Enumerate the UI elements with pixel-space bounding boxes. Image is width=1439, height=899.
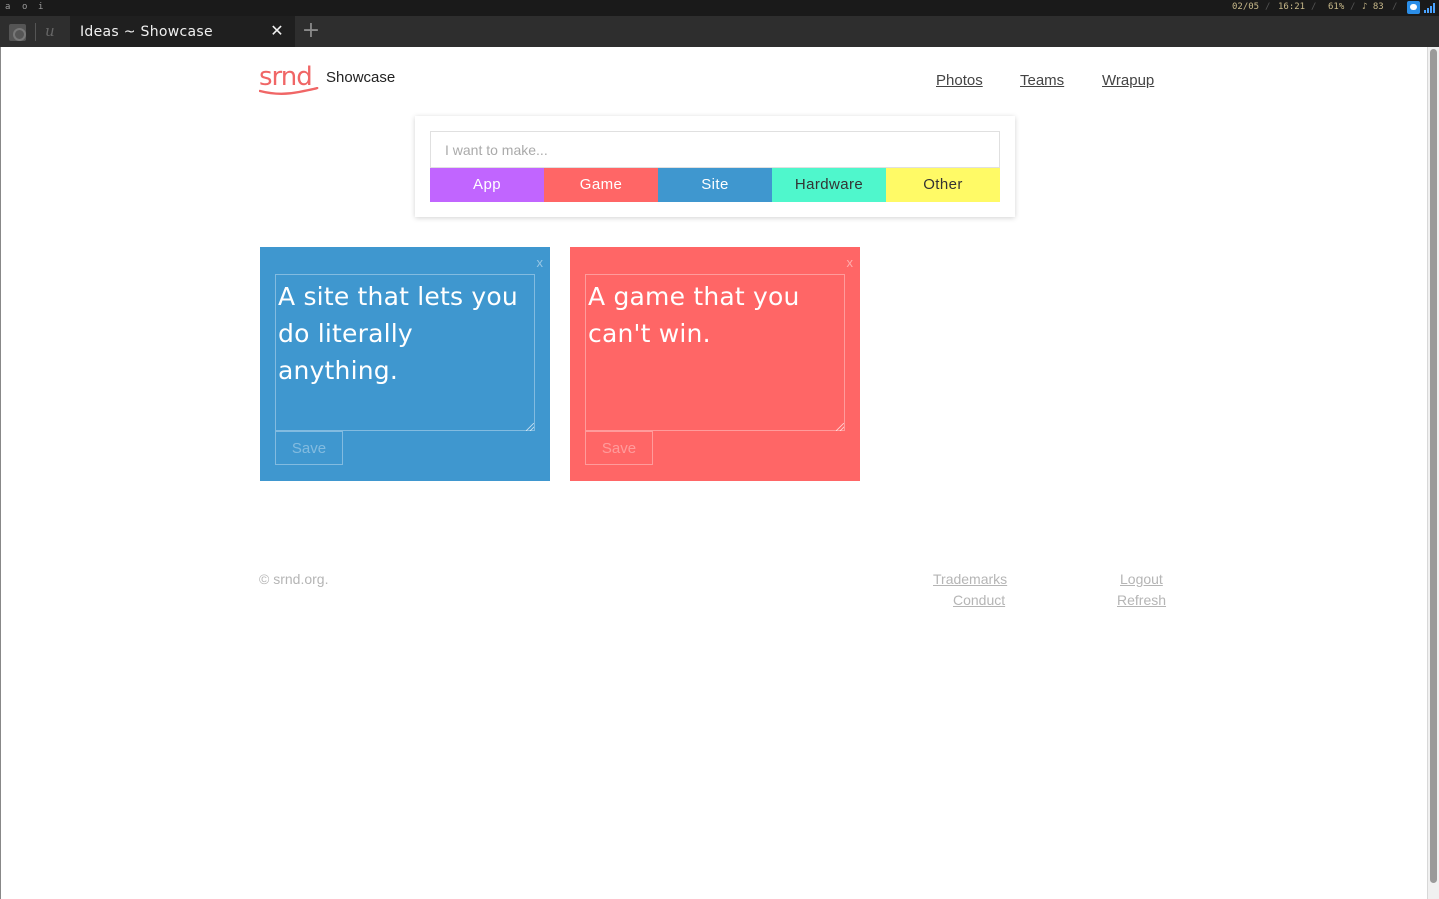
browser-logo-icon[interactable]: u [45,22,55,40]
status-separator: / [1392,2,1398,12]
idea-text-area[interactable]: A game that you can't win. [585,274,845,431]
time-readout: 16:21 [1278,2,1306,12]
footer-link-conduct[interactable]: Conduct [953,592,1005,608]
idea-input[interactable] [430,131,1000,168]
nav-link-photos[interactable]: Photos [936,72,983,89]
status-separator: / [1311,2,1317,12]
scrollbar-thumb[interactable] [1430,49,1437,883]
status-separator: / [1265,2,1271,12]
divider [35,23,36,41]
gear-icon[interactable] [9,24,26,41]
footer-link-trademarks[interactable]: Trademarks [933,571,1007,587]
close-icon[interactable]: x [537,255,544,270]
workspace-indicator[interactable]: i [38,2,43,12]
battery-readout: 61% [1328,2,1345,12]
browser-tab-bar: u Ideas ~ Showcase ✕ + [0,16,1439,47]
brand-name: Showcase [326,69,396,86]
category-button-game[interactable]: Game [544,168,658,202]
category-button-other[interactable]: Other [886,168,1000,202]
footer-link-logout[interactable]: Logout [1120,571,1163,587]
category-button-hardware[interactable]: Hardware [772,168,886,202]
system-status-bar: a o i 02/05 / 16:21 / 61% / ♪ 83 / [0,0,1439,16]
idea-card-game: x A game that you can't win. Save [570,247,860,481]
resize-handle[interactable] [836,423,844,431]
nav-link-wrapup[interactable]: Wrapup [1102,72,1154,89]
tab-ideas-showcase[interactable]: Ideas ~ Showcase ✕ [70,16,295,47]
nav-link-teams[interactable]: Teams [1020,72,1064,89]
resize-handle[interactable] [526,423,534,431]
page-viewport: srnd Showcase Photos Teams Wrapup App Ga… [0,47,1427,899]
close-icon[interactable]: x [847,255,854,270]
signal-icon[interactable] [1424,3,1436,13]
date-readout: 02/05 [1232,2,1260,12]
save-button[interactable]: Save [275,431,343,465]
status-separator: / [1350,2,1356,12]
tab-title: Ideas ~ Showcase [80,24,213,40]
idea-text-area[interactable]: A site that lets you do literally anythi… [275,274,535,431]
new-tab-button[interactable]: + [301,20,321,42]
idea-composer: App Game Site Hardware Other [415,116,1015,217]
workspace-indicator[interactable]: a [5,2,10,12]
volume-readout: ♪ 83 [1362,2,1384,12]
footer-link-refresh[interactable]: Refresh [1117,592,1166,608]
workspace-indicator[interactable]: o [22,2,27,12]
category-button-site[interactable]: Site [658,168,772,202]
idea-card-site: x A site that lets you do literally anyt… [260,247,550,481]
vertical-scrollbar[interactable] [1427,47,1439,899]
logo-swoosh-icon [259,87,319,95]
category-button-app[interactable]: App [430,168,544,202]
close-icon[interactable]: ✕ [269,23,285,39]
save-button[interactable]: Save [585,431,653,465]
copyright-text: © srnd.org. [259,571,329,587]
chat-icon[interactable] [1407,1,1420,14]
